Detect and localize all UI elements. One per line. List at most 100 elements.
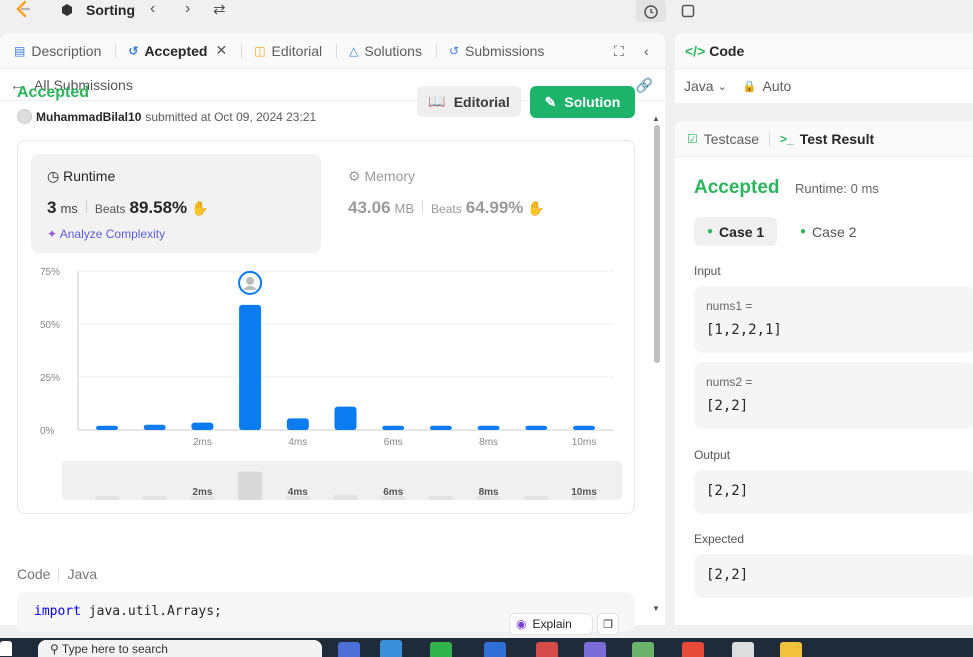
- book-icon: ◫: [254, 43, 266, 58]
- tab-description[interactable]: ▤ Description: [14, 43, 101, 59]
- start-icon[interactable]: [0, 641, 12, 656]
- app-icon[interactable]: [632, 642, 654, 657]
- minimap-tick-label: 10ms: [571, 487, 597, 498]
- chart-bar: [286, 418, 309, 430]
- x-tick-label: 4ms: [288, 437, 307, 448]
- scroll-down-icon[interactable]: ▼: [652, 604, 660, 613]
- chip-icon: ⚙: [348, 168, 361, 184]
- chart-minimap: [62, 461, 622, 500]
- tab-testcase[interactable]: ☑ Testcase: [687, 131, 759, 147]
- divider: [435, 43, 437, 58]
- leetcode-logo-icon[interactable]: [14, 0, 32, 18]
- avatar[interactable]: [17, 109, 32, 124]
- copy-icon[interactable]: ❐: [597, 613, 619, 635]
- settings-icon[interactable]: [732, 642, 754, 657]
- y-tick-label: 50%: [40, 320, 60, 331]
- chart-bar: [429, 425, 452, 430]
- close-icon[interactable]: ✕: [215, 42, 227, 59]
- result-status: Accepted: [694, 177, 780, 198]
- runtime-value: 3 ms Beats 89.58% ✋: [47, 198, 209, 217]
- timer-icon[interactable]: [636, 0, 666, 22]
- history-icon: ↺: [448, 43, 460, 58]
- case-2-tab[interactable]: ● Case 2: [787, 217, 869, 246]
- tab-label: Description: [31, 42, 102, 59]
- problem-list-icon[interactable]: [60, 3, 74, 17]
- book-icon: 📖: [428, 93, 446, 109]
- share-link-icon[interactable]: 🔗: [636, 77, 653, 94]
- memory-value: 43.06 MB Beats 64.99% ✋: [348, 198, 545, 217]
- taskbar-search[interactable]: ⚲ Type here to search: [38, 640, 322, 657]
- runtime-box[interactable]: ◷ Runtime 3 ms Beats 89.58% ✋ ✦ Analyze …: [31, 154, 321, 253]
- chart-bar: [382, 425, 405, 430]
- app-icon[interactable]: [536, 642, 558, 657]
- edge-icon[interactable]: [380, 640, 402, 657]
- runtime-distribution-chart[interactable]: 0% 25% 50% 75% 2ms 4ms 6ms 8ms 10ms 2ms 4ms 6ms 8ms 1…: [18, 259, 634, 509]
- username[interactable]: MuhammadBilal10: [36, 110, 141, 124]
- auto-label[interactable]: Auto: [763, 78, 792, 94]
- tab-solutions[interactable]: △ Solutions: [349, 43, 422, 59]
- app-icon[interactable]: [584, 642, 606, 657]
- collapse-icon[interactable]: ‹: [644, 43, 649, 59]
- code-section-label: Code Java: [17, 566, 98, 582]
- next-problem-icon[interactable]: ›: [185, 0, 190, 18]
- nums1-box: nums1 = [1,2,2,1]: [694, 286, 973, 353]
- chart-bar: [334, 406, 357, 430]
- chart-bar: [573, 425, 595, 430]
- tab-submissions[interactable]: ↺ Submissions: [449, 43, 544, 59]
- tab-accepted[interactable]: ↺ Accepted ✕: [128, 42, 227, 59]
- submitted-time: submitted at Oct 09, 2024 23:21: [145, 109, 317, 124]
- top-bar: Sorting ‹ › ⇄: [0, 0, 973, 22]
- minimap-bar: [142, 496, 167, 500]
- code-viewer[interactable]: import java.util.Arrays; ◉ Explain ❐: [17, 592, 635, 635]
- analyze-complexity-link[interactable]: ✦ Analyze Complexity: [47, 227, 165, 241]
- folder-icon[interactable]: [780, 642, 802, 657]
- lock-icon: 🔒: [742, 80, 757, 93]
- nums2-box: nums2 = [2,2]: [694, 362, 973, 429]
- divider: [241, 43, 243, 58]
- memory-box[interactable]: ⚙ Memory 43.06 MB Beats 64.99% ✋: [348, 154, 618, 253]
- minimap-bar: [238, 471, 263, 500]
- x-tick-label: 8ms: [479, 437, 498, 448]
- tab-test-result[interactable]: >_ Test Result: [780, 131, 874, 147]
- checkbox-icon: ☑: [687, 131, 698, 146]
- clock-icon: ◷: [47, 168, 60, 184]
- code-panel-header: </> Code: [675, 33, 973, 69]
- scroll-thumb[interactable]: [654, 125, 660, 363]
- language-select[interactable]: Java: [684, 78, 714, 94]
- case-1-tab[interactable]: ● Case 1: [694, 217, 778, 246]
- minimap-tick-label: 4ms: [288, 487, 308, 498]
- expected-label: Expected: [694, 532, 745, 546]
- explain-button[interactable]: ◉ Explain: [509, 613, 593, 635]
- word-icon[interactable]: [484, 642, 506, 657]
- search-icon: ⚲: [50, 642, 59, 656]
- shuffle-icon[interactable]: ⇄: [213, 0, 226, 18]
- terminal-icon: >_: [780, 131, 794, 146]
- x-tick-label: 10ms: [572, 437, 596, 448]
- problem-list-title[interactable]: Sorting: [86, 2, 135, 18]
- whatsapp-icon[interactable]: [430, 642, 452, 657]
- chart-bar: [477, 425, 500, 430]
- submission-info: MuhammadBilal10 submitted at Oct 09, 202…: [17, 109, 316, 124]
- chevron-down-icon[interactable]: ⌄: [718, 80, 727, 93]
- editorial-button[interactable]: 📖 Editorial: [417, 86, 521, 117]
- submission-status: Accepted: [17, 84, 90, 101]
- test-result-panel: ☑ Testcase >_ Test Result Accepted Runti…: [675, 121, 973, 625]
- tab-editorial[interactable]: ◫ Editorial: [254, 43, 322, 59]
- copilot-icon[interactable]: [338, 642, 360, 657]
- code-icon: </>: [685, 42, 706, 59]
- minimap-bar: [333, 494, 358, 500]
- prev-problem-icon[interactable]: ‹: [150, 0, 155, 18]
- minimap-bar: [428, 496, 453, 500]
- maximize-icon[interactable]: ⛶: [614, 43, 624, 60]
- scroll-up-icon[interactable]: ▲: [652, 114, 660, 123]
- solution-button[interactable]: ✎ Solution: [530, 86, 635, 118]
- solution-label: Solution: [564, 94, 621, 110]
- scrollbar[interactable]: ▲ ▼: [651, 114, 661, 620]
- chrome-icon[interactable]: [682, 642, 704, 657]
- stats-card: ◷ Runtime 3 ms Beats 89.58% ✋ ✦ Analyze …: [17, 140, 635, 514]
- chart-bar: [143, 424, 166, 430]
- notes-icon[interactable]: [673, 0, 703, 22]
- memory-label: ⚙ Memory: [348, 168, 416, 184]
- chart-bar: [239, 304, 262, 430]
- divider: [769, 131, 771, 146]
